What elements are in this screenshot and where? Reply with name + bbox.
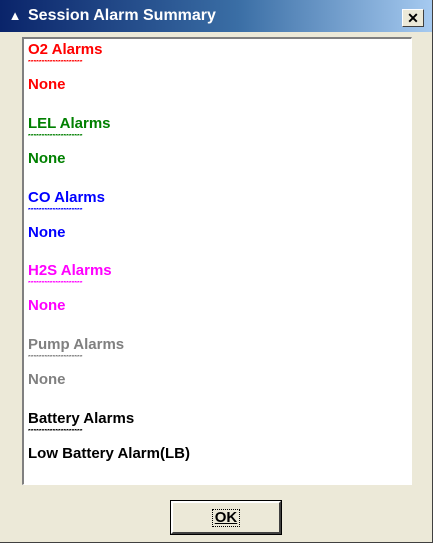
o2-alarm-section: O2 Alarms ******************** None [28,41,178,94]
co-alarms-divider: ******************** [28,208,83,214]
title-bar[interactable]: ▲ Session Alarm Summary ✕ [0,0,432,32]
h2s-alarms-divider: ******************** [28,281,83,287]
o2-alarms-divider: ******************** [28,60,83,66]
alarm-bell-icon: ▲ [8,8,22,23]
co-alarm-section: CO Alarms ******************** None [28,189,178,242]
battery-alarms-divider: ******************** [28,429,83,435]
close-icon: ✕ [407,10,419,26]
ok-button[interactable]: OK [170,500,282,535]
lel-alarms-value: None [28,150,66,167]
pump-alarm-section: Pump Alarms ******************** None [28,336,178,389]
o2-alarms-header: O2 Alarms [28,41,103,58]
battery-alarms-value: Low Battery Alarm(LB) [28,445,190,462]
pump-alarms-value: None [28,371,66,388]
h2s-alarms-value: None [28,297,66,314]
battery-alarm-section: Battery Alarms ******************** Low … [28,410,190,463]
lel-alarm-section: LEL Alarms ******************** None [28,115,178,168]
close-button[interactable]: ✕ [402,9,424,27]
lel-alarms-header: LEL Alarms [28,115,111,132]
h2s-alarm-section: H2S Alarms ******************** None [28,262,178,315]
ok-button-label: OK [211,509,241,527]
pump-alarms-header: Pump Alarms [28,336,125,353]
o2-alarms-value: None [28,76,66,93]
lel-alarms-divider: ******************** [28,134,83,140]
alarm-list-panel[interactable]: O2 Alarms ******************** None LEL … [22,37,412,485]
co-alarms-header: CO Alarms [28,189,105,206]
window-title: Session Alarm Summary [28,7,216,24]
h2s-alarms-header: H2S Alarms [28,262,112,279]
pump-alarms-divider: ******************** [28,355,83,361]
session-alarm-summary-dialog: ▲ Session Alarm Summary ✕ O2 Alarms ****… [0,0,433,543]
battery-alarms-header: Battery Alarms [28,410,135,427]
co-alarms-value: None [28,224,66,241]
